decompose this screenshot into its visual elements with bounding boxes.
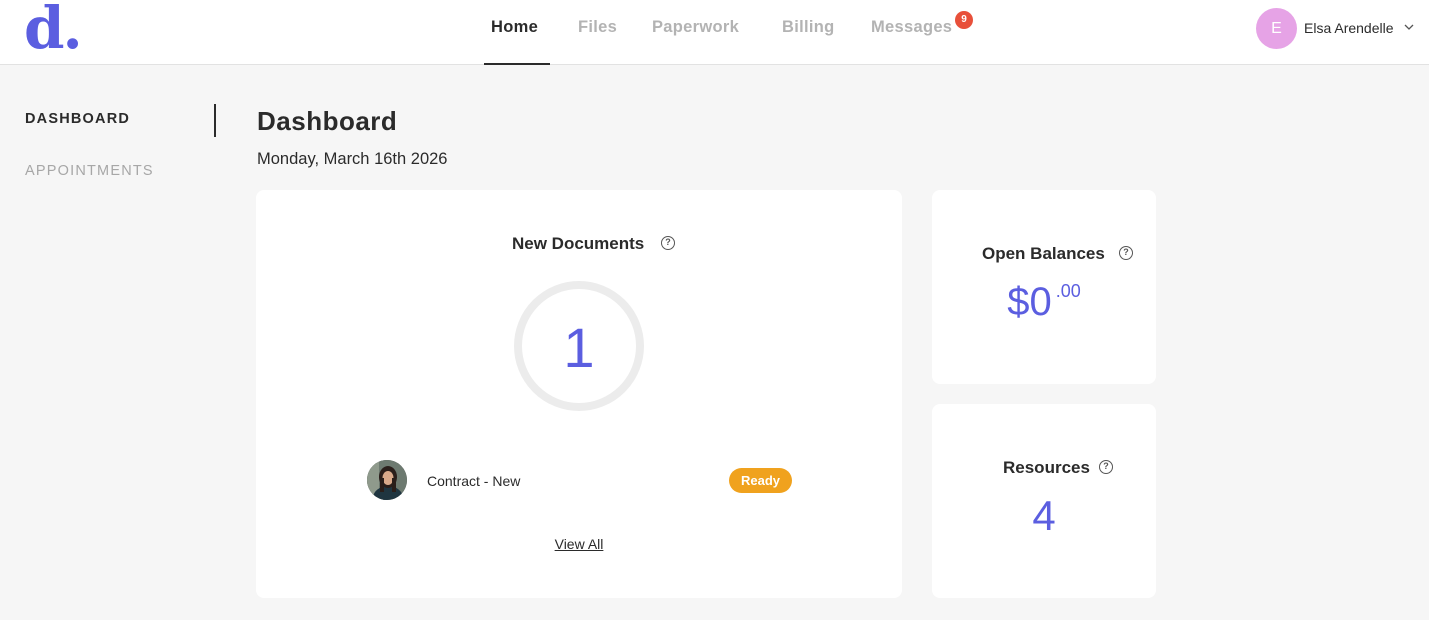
nav-active-indicator — [484, 63, 550, 65]
resources-title: Resources — [1003, 458, 1090, 477]
nav-messages[interactable]: Messages — [871, 18, 952, 37]
view-all-link[interactable]: View All — [256, 536, 902, 552]
messages-unread-badge: 9 — [955, 11, 973, 29]
user-avatar[interactable]: E — [1256, 8, 1297, 49]
nav-home[interactable]: Home — [491, 18, 538, 37]
document-status-badge[interactable]: Ready — [729, 468, 792, 493]
user-name[interactable]: Elsa Arendelle — [1304, 20, 1394, 36]
documents-count: 1 — [563, 316, 595, 379]
nav-files[interactable]: Files — [578, 18, 617, 37]
documents-count-ring: 1 — [514, 281, 644, 411]
help-icon[interactable]: ? — [1099, 460, 1113, 474]
open-balances-title: Open Balances — [982, 244, 1105, 263]
balance-cents: .00 — [1055, 281, 1081, 301]
sidebar-active-divider — [214, 104, 216, 137]
open-balance-amount: $0.00 — [932, 280, 1156, 325]
page-title: Dashboard — [257, 106, 398, 136]
help-icon[interactable]: ? — [661, 236, 675, 250]
page-date: Monday, March 16th 2026 — [257, 150, 448, 168]
chevron-down-icon[interactable] — [1402, 20, 1416, 34]
new-documents-title: New Documents — [512, 234, 645, 253]
nav-paperwork[interactable]: Paperwork — [652, 18, 739, 37]
open-balances-card: Open Balances ? $0.00 — [932, 190, 1156, 384]
document-sender-avatar — [367, 460, 407, 500]
balance-dollars: $0 — [1007, 280, 1052, 324]
brand-logo[interactable]: d. — [24, 0, 83, 57]
sidebar-item-dashboard[interactable]: DASHBOARD — [25, 111, 130, 127]
help-icon[interactable]: ? — [1119, 246, 1133, 260]
top-bar: d. Home Files Paperwork Billing Messages… — [0, 0, 1429, 65]
sidebar-item-appointments[interactable]: APPOINTMENTS — [25, 163, 154, 179]
document-name[interactable]: Contract - New — [427, 473, 520, 489]
resources-count: 4 — [1032, 492, 1056, 539]
nav-billing[interactable]: Billing — [782, 18, 835, 37]
new-documents-card: New Documents ? 1 Contract - New Ready V… — [256, 190, 902, 598]
resources-card: Resources ? 4 — [932, 404, 1156, 598]
